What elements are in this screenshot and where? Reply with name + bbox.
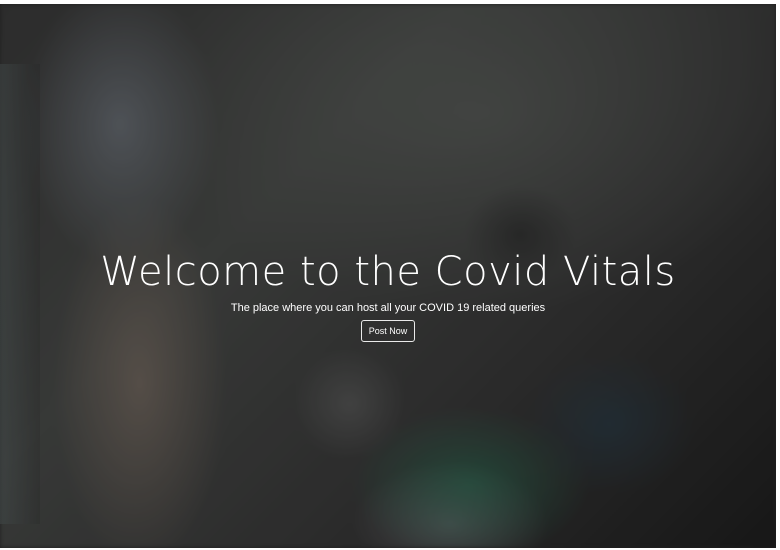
hero-section: Welcome to the Covid Vitals The place wh…	[0, 4, 776, 548]
hero-subtitle: The place where you can host all your CO…	[230, 302, 546, 314]
post-now-button[interactable]: Post Now	[360, 320, 416, 342]
hero-title: Welcome to the Covid Vitals	[100, 249, 676, 295]
hero-content: Welcome to the Covid Vitals The place wh…	[0, 248, 776, 342]
